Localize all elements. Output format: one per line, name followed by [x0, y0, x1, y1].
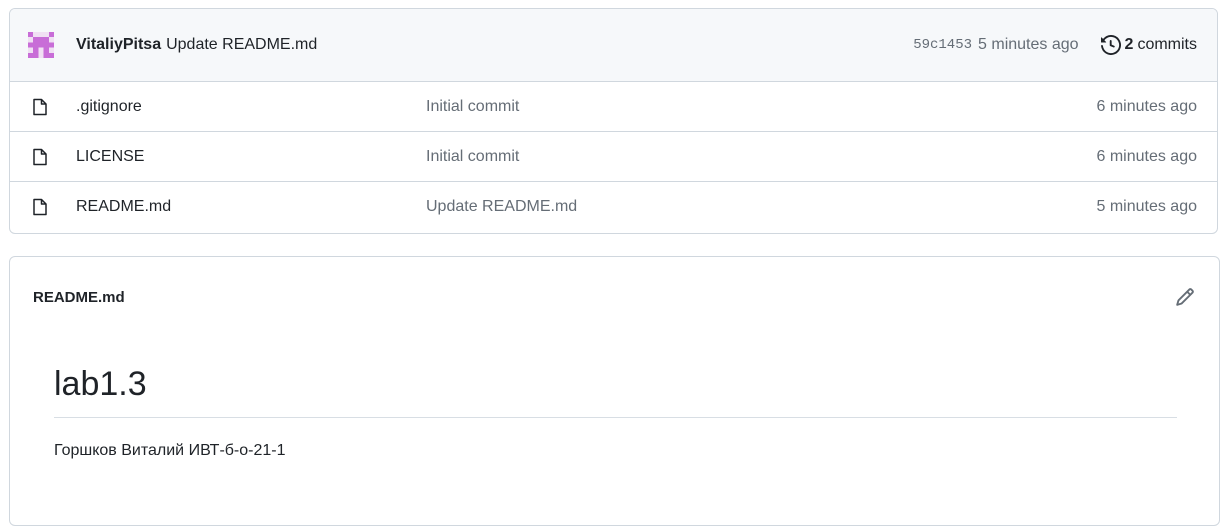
file-icon [33, 148, 47, 165]
file-time: 5 minutes ago [1096, 198, 1197, 215]
file-commit-link[interactable]: Initial commit [426, 148, 1096, 166]
file-row: README.md Update README.md 5 minutes ago [10, 182, 1217, 232]
commits-count: 2 [1124, 36, 1134, 53]
file-row: .gitignore Initial commit 6 minutes ago [10, 82, 1217, 132]
file-icon [33, 98, 47, 115]
file-time: 6 minutes ago [1096, 97, 1197, 115]
readme-paragraph: Горшков Виталий ИВТ-б-о-21-1 [54, 441, 286, 459]
avatar[interactable] [28, 32, 54, 58]
commits-history-link[interactable]: 2 commits [1100, 35, 1197, 55]
latest-commit-bar: VitaliyPitsa Update README.md 59c1453 5 … [10, 9, 1217, 82]
pencil-icon[interactable] [1175, 287, 1195, 307]
history-icon [1100, 35, 1121, 55]
commit-message-link[interactable]: Update README.md [166, 36, 317, 54]
file-icon [33, 198, 47, 216]
file-commit-link[interactable]: Initial commit [426, 98, 1096, 116]
commit-author-link[interactable]: VitaliyPitsa [76, 36, 161, 54]
readme-header: README.md [10, 257, 1219, 337]
commit-time: 5 minutes ago [978, 36, 1079, 53]
readme-filename-link[interactable]: README.md [33, 289, 1175, 306]
file-name-link[interactable]: LICENSE [76, 148, 426, 166]
commits-label: commits [1137, 36, 1197, 53]
file-row: LICENSE Initial commit 6 minutes ago [10, 132, 1217, 182]
commit-sha-link[interactable]: 59c1453 [913, 37, 972, 53]
readme-content: lab1.3 Горшков Виталий ИВТ-б-о-21-1 [10, 337, 1219, 460]
file-browser: VitaliyPitsa Update README.md 59c1453 5 … [9, 8, 1218, 234]
file-name-link[interactable]: README.md [76, 198, 426, 216]
file-name-link[interactable]: .gitignore [76, 98, 426, 116]
readme-heading: lab1.3 [54, 337, 1177, 418]
file-commit-link[interactable]: Update README.md [426, 198, 1096, 216]
readme-panel: README.md lab1.3 Горшков Виталий ИВТ-б-о… [9, 256, 1220, 526]
file-time: 6 minutes ago [1096, 147, 1197, 165]
